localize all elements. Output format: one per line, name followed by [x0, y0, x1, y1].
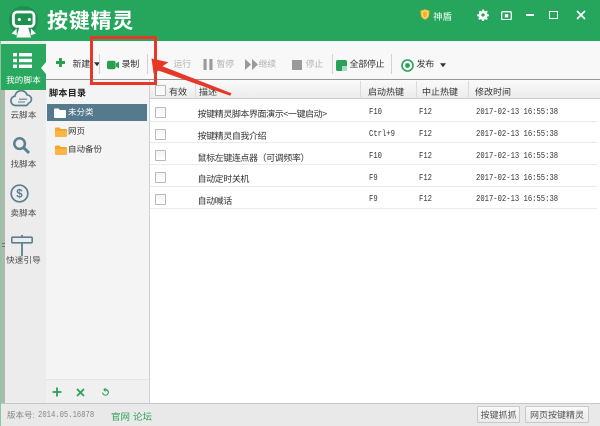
- svg-text:$: $: [16, 189, 23, 201]
